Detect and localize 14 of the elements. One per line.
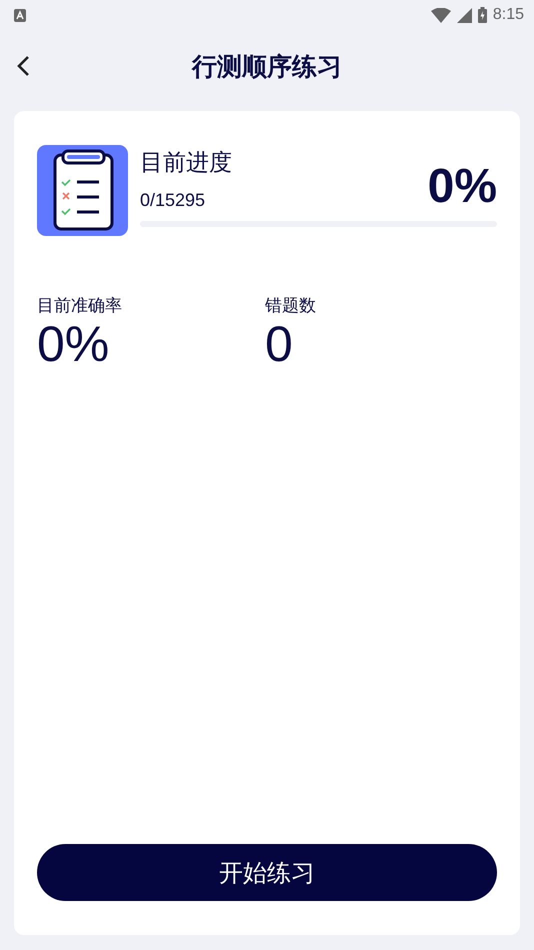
clipboard-icon (37, 145, 128, 236)
stat-value: 0% (37, 317, 110, 372)
stat-label: 目前准确率 (37, 295, 123, 317)
battery-icon (478, 7, 487, 23)
status-time: 8:15 (492, 6, 524, 24)
page-title: 行测顺序练习 (192, 50, 342, 82)
wifi-icon (430, 8, 451, 22)
signal-icon (456, 8, 472, 22)
progress-percent: 0% (428, 163, 497, 211)
progress-label: 目前进度 (140, 149, 232, 178)
start-button[interactable]: 开始练习 (37, 844, 497, 901)
stat-value: 0 (265, 317, 294, 372)
stat-label: 错题数 (265, 295, 317, 317)
progress-count: 0/15295 (140, 190, 206, 211)
